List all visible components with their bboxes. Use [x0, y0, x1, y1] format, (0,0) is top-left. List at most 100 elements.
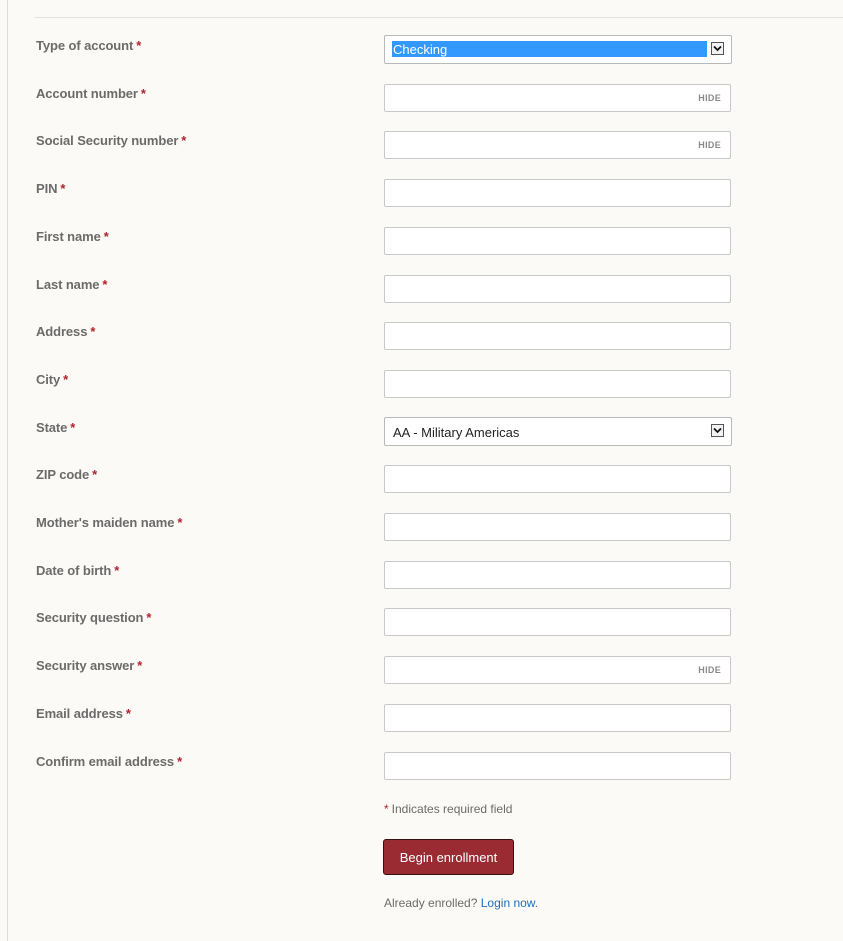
security-question-input[interactable] — [385, 609, 701, 635]
form-row-email-address: Email address * — [0, 704, 843, 736]
city-label: City * — [36, 372, 68, 387]
required-asterisk: * — [136, 38, 142, 53]
account-number-label: Account number * — [36, 86, 146, 101]
last-name-label: Last name * — [36, 277, 107, 292]
account-number-field: HIDE — [384, 84, 731, 112]
state-selected-value: AA - Military Americas — [393, 425, 520, 440]
date-of-birth-label-text: Date of birth — [36, 563, 112, 578]
security-answer-input[interactable] — [385, 657, 701, 683]
required-field-note: * Indicates required field — [384, 802, 512, 816]
pin-label: PIN * — [36, 181, 65, 196]
security-answer-field: HIDE — [384, 656, 731, 684]
already-enrolled-period: . — [534, 896, 539, 910]
security-answer-label: Security answer * — [36, 658, 142, 673]
form-row-social-security-number: Social Security number * HIDE — [0, 131, 843, 163]
security-question-label-text: Security question — [36, 610, 144, 625]
required-asterisk: * — [92, 467, 98, 482]
form-row-confirm-email-address: Confirm email address * — [0, 752, 843, 784]
email-address-label: Email address * — [36, 706, 131, 721]
form-row-account-number: Account number * HIDE — [0, 84, 843, 116]
chevron-down-icon[interactable] — [711, 424, 724, 437]
mother-s-maiden-name-label: Mother's maiden name * — [36, 515, 182, 530]
first-name-input[interactable] — [385, 228, 701, 254]
login-now-link[interactable]: Login now — [481, 896, 535, 910]
required-asterisk: * — [103, 229, 109, 244]
form-row-date-of-birth: Date of birth * — [0, 561, 843, 593]
form-row-city: City * — [0, 370, 843, 402]
form-row-mother-s-maiden-name: Mother's maiden name * — [0, 513, 843, 545]
form-row-zip-code: ZIP code * — [0, 465, 843, 497]
first-name-field — [384, 227, 731, 255]
social-security-number-label: Social Security number * — [36, 133, 186, 148]
chevron-down-icon[interactable] — [711, 42, 724, 55]
account-number-label-text: Account number — [36, 86, 138, 101]
address-input[interactable] — [385, 323, 701, 349]
social-security-number-hide-toggle[interactable]: HIDE — [698, 140, 721, 150]
required-asterisk: * — [181, 133, 187, 148]
form-row-address: Address * — [0, 322, 843, 354]
type-of-account-label: Type of account * — [36, 38, 141, 53]
social-security-number-field: HIDE — [384, 131, 731, 159]
city-label-text: City — [36, 372, 61, 387]
date-of-birth-label: Date of birth * — [36, 563, 119, 578]
form-row-last-name: Last name * — [0, 275, 843, 307]
email-address-input[interactable] — [385, 705, 701, 731]
type-of-account-select[interactable]: Checking — [384, 35, 732, 64]
required-asterisk: * — [140, 86, 146, 101]
state-label-text: State — [36, 420, 68, 435]
zip-code-label-text: ZIP code — [36, 467, 90, 482]
address-label: Address * — [36, 324, 95, 339]
form-row-type-of-account: Type of account * Checking — [0, 35, 843, 68]
already-enrolled-text: Already enrolled? Login now. — [384, 896, 538, 910]
required-asterisk: * — [177, 515, 183, 530]
account-number-input[interactable] — [385, 85, 701, 111]
date-of-birth-field — [384, 561, 731, 589]
address-label-text: Address — [36, 324, 88, 339]
already-enrolled-label: Already enrolled? — [384, 896, 478, 910]
required-asterisk: * — [137, 658, 143, 673]
security-answer-hide-toggle[interactable]: HIDE — [698, 665, 721, 675]
mother-s-maiden-name-label-text: Mother's maiden name — [36, 515, 175, 530]
form-row-state: State * AA - Military Americas — [0, 417, 843, 450]
confirm-email-address-label-text: Confirm email address — [36, 754, 175, 769]
confirm-email-address-field — [384, 752, 731, 780]
zip-code-input[interactable] — [385, 466, 701, 492]
pin-input[interactable] — [385, 180, 701, 206]
required-asterisk: * — [146, 610, 152, 625]
confirm-email-address-input[interactable] — [385, 753, 701, 779]
begin-enrollment-button[interactable]: Begin enrollment — [383, 839, 514, 875]
first-name-label-text: First name — [36, 229, 101, 244]
type-of-account-selected-option: Checking — [392, 41, 707, 57]
city-input[interactable] — [385, 371, 701, 397]
confirm-email-address-label: Confirm email address * — [36, 754, 182, 769]
pin-label-text: PIN — [36, 181, 58, 196]
security-question-field — [384, 608, 731, 636]
social-security-number-label-text: Social Security number — [36, 133, 179, 148]
last-name-input[interactable] — [385, 276, 701, 302]
last-name-field — [384, 275, 731, 303]
email-address-field — [384, 704, 731, 732]
state-label: State * — [36, 420, 75, 435]
mother-s-maiden-name-field — [384, 513, 731, 541]
email-address-label-text: Email address — [36, 706, 123, 721]
security-answer-label-text: Security answer — [36, 658, 135, 673]
last-name-label-text: Last name — [36, 277, 100, 292]
zip-code-field — [384, 465, 731, 493]
required-asterisk: * — [114, 563, 120, 578]
top-divider — [34, 17, 843, 18]
required-note-text: Indicates required field — [391, 802, 513, 816]
account-number-hide-toggle[interactable]: HIDE — [698, 93, 721, 103]
form-row-first-name: First name * — [0, 227, 843, 259]
state-select[interactable]: AA - Military Americas — [384, 417, 732, 446]
mother-s-maiden-name-input[interactable] — [385, 514, 701, 540]
type-of-account-selected-value: Checking — [393, 42, 448, 57]
social-security-number-input[interactable] — [385, 132, 701, 158]
city-field — [384, 370, 731, 398]
zip-code-label: ZIP code * — [36, 467, 97, 482]
form-row-security-question: Security question * — [0, 608, 843, 640]
address-field — [384, 322, 731, 350]
required-asterisk: * — [102, 277, 108, 292]
date-of-birth-input[interactable] — [385, 562, 701, 588]
form-row-pin: PIN * — [0, 179, 843, 211]
required-asterisk: * — [177, 754, 183, 769]
